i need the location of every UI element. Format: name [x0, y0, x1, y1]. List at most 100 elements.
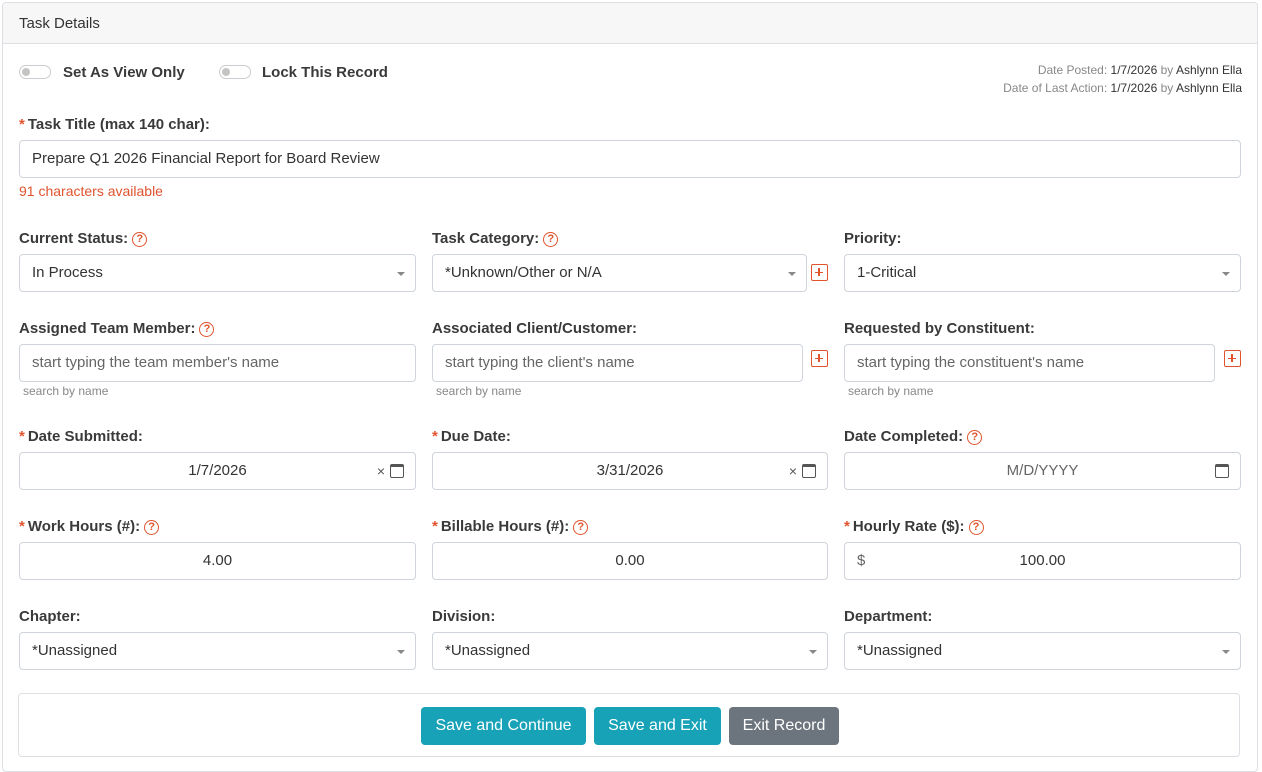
- work-hours-input[interactable]: 4.00: [19, 542, 416, 580]
- billable-hours-label: * Billable Hours (#):?: [432, 518, 589, 535]
- lock-record-toggle[interactable]: [219, 65, 251, 79]
- exit-record-button[interactable]: Exit Record: [729, 707, 839, 745]
- constituent-hint: search by name: [848, 384, 934, 398]
- required-marker: *: [844, 518, 850, 535]
- due-date-value: 3/31/2026: [596, 462, 664, 479]
- close-icon[interactable]: ×: [377, 453, 385, 489]
- client-hint: search by name: [436, 384, 522, 398]
- last-action-author: Ashlynn Ella: [1175, 81, 1242, 95]
- due-date-label: * Due Date:: [432, 428, 511, 445]
- date-completed-label-text: Date Completed:: [844, 428, 964, 445]
- last-action-prefix: Date of Last Action:: [1003, 81, 1108, 95]
- toggle-knob: [22, 68, 30, 76]
- caret-down-icon: [397, 650, 405, 654]
- current-status-label-text: Current Status:: [19, 230, 129, 247]
- client-label: Associated Client/Customer:: [432, 320, 638, 337]
- task-category-label: Task Category:?: [432, 230, 559, 247]
- chapter-value: *Unassigned: [32, 642, 118, 659]
- task-title-input[interactable]: Prepare Q1 2026 Financial Report for Boa…: [19, 140, 1241, 178]
- assigned-member-label: Assigned Team Member:?: [19, 320, 215, 337]
- date-submitted-input[interactable]: 1/7/2026 ×: [19, 452, 416, 490]
- date-completed-placeholder: M/D/YYYY: [1006, 462, 1079, 479]
- due-date-label-text: Due Date:: [440, 428, 511, 445]
- question-circle-icon[interactable]: ?: [967, 430, 983, 445]
- hourly-rate-label: * Hourly Rate ($):?: [844, 518, 984, 535]
- priority-label: Priority:: [844, 230, 902, 247]
- view-only-toggle[interactable]: [19, 65, 51, 79]
- caret-down-icon: [1222, 650, 1230, 654]
- current-status-label: Current Status:?: [19, 230, 148, 247]
- calendar-icon[interactable]: [390, 464, 404, 478]
- add-category-icon[interactable]: [811, 264, 828, 281]
- lock-record-label: Lock This Record: [262, 64, 388, 81]
- department-value: *Unassigned: [857, 642, 943, 659]
- required-marker: *: [19, 116, 25, 133]
- save-and-continue-button[interactable]: Save and Continue: [421, 707, 586, 745]
- question-circle-icon[interactable]: ?: [968, 520, 984, 535]
- constituent-label: Requested by Constituent:: [844, 320, 1035, 337]
- date-posted-value: 1/7/2026: [1110, 63, 1158, 77]
- current-status-select[interactable]: In Process: [19, 254, 416, 292]
- date-submitted-label: * Date Submitted:: [19, 428, 143, 445]
- date-submitted-value: 1/7/2026: [188, 462, 247, 479]
- caret-down-icon: [809, 650, 817, 654]
- hourly-rate-input[interactable]: $ 100.00: [844, 542, 1241, 580]
- panel-title: Task Details: [3, 3, 1257, 44]
- hourly-rate-label-text: Hourly Rate ($):: [852, 518, 965, 535]
- caret-down-icon: [788, 272, 796, 276]
- date-posted-by-word: by: [1160, 63, 1174, 77]
- date-submitted-label-text: Date Submitted:: [27, 428, 143, 445]
- hourly-rate-value: 100.00: [1019, 552, 1066, 569]
- date-completed-input[interactable]: M/D/YYYY: [844, 452, 1241, 490]
- close-icon[interactable]: ×: [789, 453, 797, 489]
- date-posted-prefix: Date Posted:: [1037, 63, 1108, 77]
- division-label: Division:: [432, 608, 496, 625]
- last-action-by-word: by: [1160, 81, 1174, 95]
- question-circle-icon[interactable]: ?: [573, 520, 589, 535]
- calendar-icon[interactable]: [802, 464, 816, 478]
- question-circle-icon[interactable]: ?: [132, 232, 148, 247]
- question-circle-icon[interactable]: ?: [144, 520, 160, 535]
- billable-hours-label-text: Billable Hours (#):: [440, 518, 570, 535]
- required-marker: *: [19, 428, 25, 445]
- task-title-label: * Task Title (max 140 char):: [19, 116, 210, 133]
- required-marker: *: [432, 428, 438, 445]
- required-marker: *: [432, 518, 438, 535]
- priority-select[interactable]: 1-Critical: [844, 254, 1241, 292]
- last-action-value: 1/7/2026: [1110, 81, 1158, 95]
- add-constituent-icon[interactable]: [1224, 350, 1241, 367]
- last-action-line: Date of Last Action: 1/7/2026 by Ashlynn…: [1003, 79, 1242, 97]
- question-circle-icon[interactable]: ?: [543, 232, 559, 247]
- task-title-label-text: Task Title (max 140 char):: [27, 116, 210, 133]
- work-hours-label-text: Work Hours (#):: [27, 518, 141, 535]
- billable-hours-input[interactable]: 0.00: [432, 542, 828, 580]
- work-hours-label: * Work Hours (#):?: [19, 518, 160, 535]
- save-and-exit-button[interactable]: Save and Exit: [594, 707, 721, 745]
- add-client-icon[interactable]: [811, 350, 828, 367]
- date-posted-author: Ashlynn Ella: [1175, 63, 1242, 77]
- task-category-value: *Unknown/Other or N/A: [445, 264, 602, 281]
- assigned-member-hint: search by name: [23, 384, 109, 398]
- department-label: Department:: [844, 608, 933, 625]
- task-category-select[interactable]: *Unknown/Other or N/A: [432, 254, 807, 292]
- required-marker: *: [19, 518, 25, 535]
- view-only-label: Set As View Only: [63, 64, 185, 81]
- toggle-knob: [222, 68, 230, 76]
- due-date-input[interactable]: 3/31/2026 ×: [432, 452, 828, 490]
- record-meta: Date Posted: 1/7/2026 by Ashlynn Ella Da…: [1003, 61, 1242, 97]
- caret-down-icon: [397, 272, 405, 276]
- task-category-label-text: Task Category:: [432, 230, 540, 247]
- calendar-icon[interactable]: [1215, 464, 1229, 478]
- priority-value: 1-Critical: [857, 264, 917, 281]
- client-input[interactable]: start typing the client's name: [432, 344, 803, 382]
- question-circle-icon[interactable]: ?: [199, 322, 215, 337]
- division-select[interactable]: *Unassigned: [432, 632, 828, 670]
- assigned-member-input[interactable]: start typing the team member's name: [19, 344, 416, 382]
- assigned-member-label-text: Assigned Team Member:: [19, 320, 196, 337]
- constituent-input[interactable]: start typing the constituent's name: [844, 344, 1215, 382]
- current-status-value: In Process: [32, 264, 103, 281]
- chapter-select[interactable]: *Unassigned: [19, 632, 416, 670]
- caret-down-icon: [1222, 272, 1230, 276]
- department-select[interactable]: *Unassigned: [844, 632, 1241, 670]
- chapter-label: Chapter:: [19, 608, 81, 625]
